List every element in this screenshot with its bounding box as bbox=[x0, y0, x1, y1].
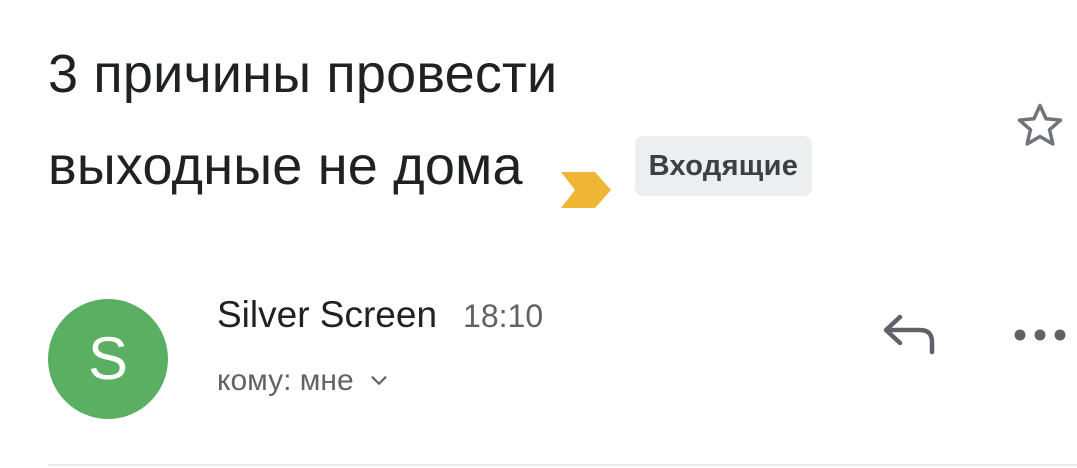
reply-button[interactable] bbox=[874, 303, 944, 363]
recipient-details-toggle[interactable]: кому: мне bbox=[217, 364, 390, 398]
recipient-text: кому: мне bbox=[217, 364, 354, 397]
inbox-label-chip[interactable]: Входящие bbox=[634, 136, 813, 196]
sender-row: Silver Screen 18:10 bbox=[217, 294, 543, 336]
sender-avatar[interactable]: S bbox=[48, 299, 168, 419]
subject-line-1: 3 причины провести bbox=[48, 44, 558, 104]
more-horizontal-icon bbox=[1014, 329, 1066, 341]
reply-icon bbox=[883, 314, 935, 355]
more-options-button[interactable] bbox=[1008, 315, 1072, 355]
header-divider bbox=[48, 464, 1077, 466]
sender-name[interactable]: Silver Screen bbox=[217, 294, 437, 336]
subject-line-2: выходные не дома bbox=[48, 136, 523, 196]
email-subject: 3 причины провести выходные не дома Вход… bbox=[48, 28, 1008, 212]
chevron-down-icon bbox=[371, 376, 387, 385]
sent-time: 18:10 bbox=[463, 298, 544, 334]
star-button[interactable] bbox=[1008, 94, 1072, 158]
star-outline-icon bbox=[1017, 103, 1063, 146]
subject-line-2-row: выходные не дома Входящие bbox=[48, 120, 1008, 212]
importance-marker-icon[interactable] bbox=[559, 146, 613, 208]
